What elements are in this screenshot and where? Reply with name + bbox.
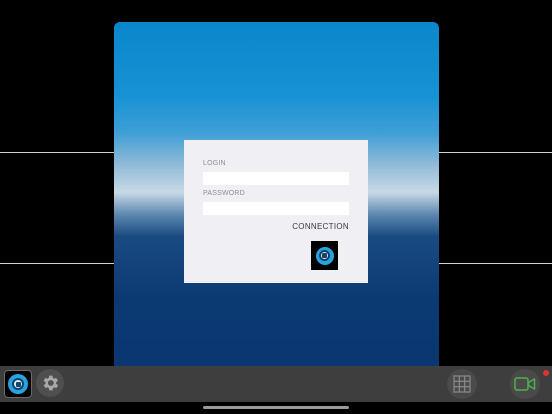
camera-lens-icon[interactable] <box>4 370 32 398</box>
login-field[interactable] <box>203 172 349 185</box>
recording-indicator <box>543 370 549 376</box>
video-button[interactable] <box>510 369 540 399</box>
settings-button[interactable] <box>36 369 64 397</box>
password-label: PASSWORD <box>203 190 245 197</box>
grid-icon <box>453 375 471 393</box>
password-field[interactable] <box>203 202 349 215</box>
grid-view-button[interactable] <box>447 369 477 399</box>
home-indicator[interactable] <box>203 406 349 409</box>
camera-lens-icon <box>311 241 338 270</box>
login-label: LOGIN <box>203 160 226 167</box>
connection-button[interactable]: CONNECTION <box>292 222 349 231</box>
login-card: LOGIN PASSWORD CONNECTION <box>184 140 368 283</box>
gear-icon <box>43 375 59 391</box>
video-camera-icon <box>514 377 536 391</box>
